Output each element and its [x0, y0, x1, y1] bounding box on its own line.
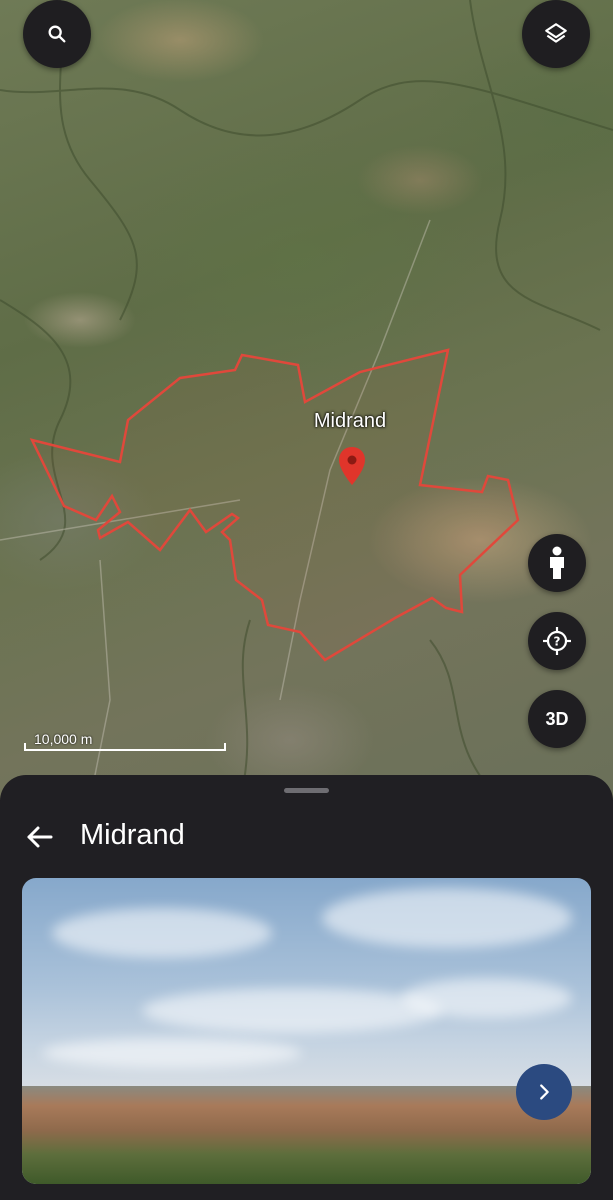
my-location-icon: ? [543, 627, 571, 655]
map-scale: 10,000 m [24, 731, 226, 751]
3d-toggle-button[interactable]: 3D [528, 690, 586, 748]
map-place-label[interactable]: Midrand [300, 410, 400, 433]
scale-bar [24, 743, 226, 751]
place-title: Midrand [80, 819, 185, 851]
search-button[interactable] [23, 0, 91, 68]
layers-icon [545, 23, 567, 43]
street-view-button[interactable] [528, 534, 586, 592]
chevron-right-icon [540, 1084, 549, 1100]
svg-text:?: ? [554, 635, 561, 649]
street-view-pegman-icon [550, 546, 564, 579]
layers-button[interactable] [522, 0, 590, 68]
my-location-button[interactable]: ? [528, 612, 586, 670]
place-bottom-sheet[interactable]: Midrand [0, 775, 613, 1200]
next-photo-button[interactable] [516, 1064, 572, 1120]
region-boundary [29, 348, 520, 662]
sheet-drag-handle[interactable] [284, 788, 329, 793]
satellite-map[interactable]: Midrand ? 3D 10,000 m [0, 0, 613, 800]
arrow-back-icon[interactable] [24, 821, 56, 853]
place-photo[interactable] [22, 878, 591, 1184]
location-pin-icon[interactable] [338, 446, 366, 486]
map-terrain [0, 0, 613, 800]
search-icon [48, 25, 66, 43]
photo-landscape [22, 1086, 591, 1184]
